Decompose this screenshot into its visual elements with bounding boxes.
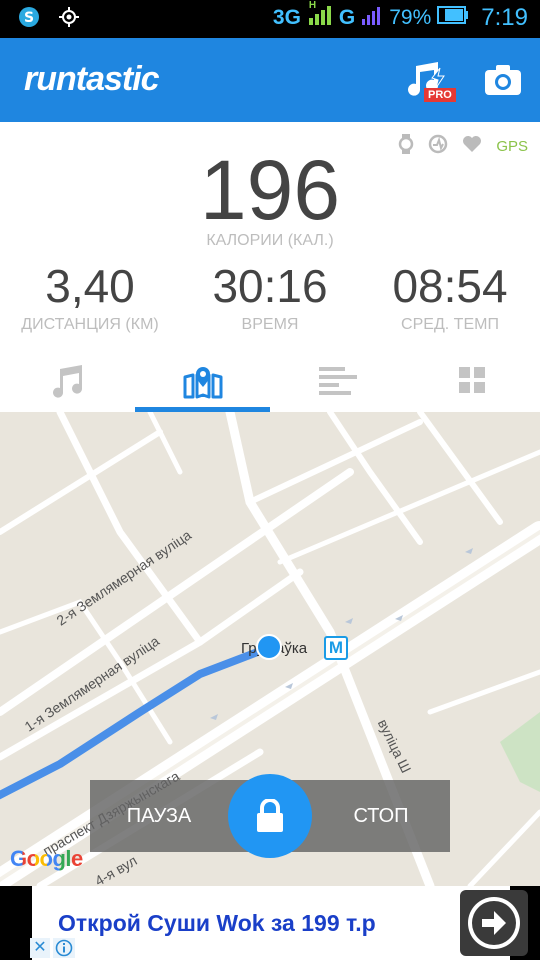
session-tabs bbox=[0, 350, 540, 412]
app-logo: runtastic bbox=[24, 60, 160, 98]
pro-badge: PRO bbox=[424, 88, 456, 102]
signal-strength-icon-2 bbox=[361, 4, 383, 32]
location-target-icon bbox=[58, 6, 80, 33]
battery-icon bbox=[437, 5, 469, 31]
ad-arrow-button[interactable] bbox=[460, 890, 528, 956]
battery-percent: 79% bbox=[389, 6, 432, 29]
power-song-pro-button[interactable]: PRO bbox=[408, 58, 456, 104]
camera-icon bbox=[485, 65, 521, 95]
camera-button[interactable] bbox=[484, 64, 522, 96]
calories-label: КАЛОРИИ (КАЛ.) bbox=[206, 232, 334, 249]
lock-button[interactable] bbox=[228, 774, 312, 858]
calories-value: 196 bbox=[199, 143, 341, 237]
pace-metric: 08:54 СРЕД. ТЕМП bbox=[360, 258, 540, 334]
network-3g-label: 3G bbox=[272, 6, 301, 29]
duration-value: 30:16 bbox=[212, 260, 328, 312]
signal-strength-icon: H bbox=[307, 0, 333, 32]
arrow-right-icon bbox=[468, 897, 520, 949]
list-icon bbox=[318, 367, 357, 395]
tab-dashboard[interactable] bbox=[405, 350, 540, 412]
pace-label: СРЕД. ТЕМП bbox=[401, 316, 499, 333]
ad-content[interactable]: Открой Суши Wok за 199 т.р bbox=[32, 886, 528, 960]
duration-metric: 30:16 ВРЕМЯ bbox=[180, 258, 360, 334]
map-icon bbox=[183, 367, 222, 399]
svg-text:S: S bbox=[24, 10, 34, 26]
status-bar: S 3G H G 79% 7:19 bbox=[0, 0, 540, 38]
app-bar: runtastic PRO bbox=[0, 38, 540, 122]
stats-panel: GPS 196 КАЛОРИИ (КАЛ.) 3,40 ДИСТАНЦИЯ (К… bbox=[0, 122, 540, 350]
lock-icon bbox=[257, 799, 283, 832]
clock-time: 7:19 bbox=[481, 4, 528, 31]
ad-text: Открой Суши Wok за 199 т.р bbox=[58, 910, 376, 936]
tab-map[interactable] bbox=[135, 350, 270, 412]
tab-music[interactable] bbox=[0, 350, 135, 412]
current-location-marker bbox=[256, 634, 282, 660]
duration-label: ВРЕМЯ bbox=[241, 316, 299, 333]
ad-close-button[interactable]: ✕ bbox=[30, 938, 50, 958]
pause-button[interactable]: ПАУЗА bbox=[90, 780, 228, 852]
distance-label: ДИСТАНЦИЯ (КМ) bbox=[21, 316, 159, 333]
google-logo-text: Google bbox=[10, 846, 83, 871]
google-logo: Google bbox=[10, 846, 83, 872]
stop-button[interactable]: СТОП bbox=[312, 780, 450, 852]
metro-icon: M bbox=[324, 636, 348, 660]
ad-info-button[interactable] bbox=[53, 938, 75, 958]
distance-value: 3,40 bbox=[45, 260, 135, 312]
skype-icon: S bbox=[18, 6, 40, 33]
network-g-label: G bbox=[338, 6, 356, 29]
distance-metric: 3,40 ДИСТАНЦИЯ (КМ) bbox=[0, 258, 180, 334]
grid-icon bbox=[458, 367, 485, 393]
pace-value: 08:54 bbox=[392, 260, 508, 312]
info-icon bbox=[55, 939, 73, 957]
ad-banner: Открой Суши Wok за 199 т.р bbox=[0, 886, 540, 960]
music-icon bbox=[52, 365, 82, 398]
network-hplus-label: H bbox=[308, 0, 317, 11]
tab-splits[interactable] bbox=[270, 350, 405, 412]
